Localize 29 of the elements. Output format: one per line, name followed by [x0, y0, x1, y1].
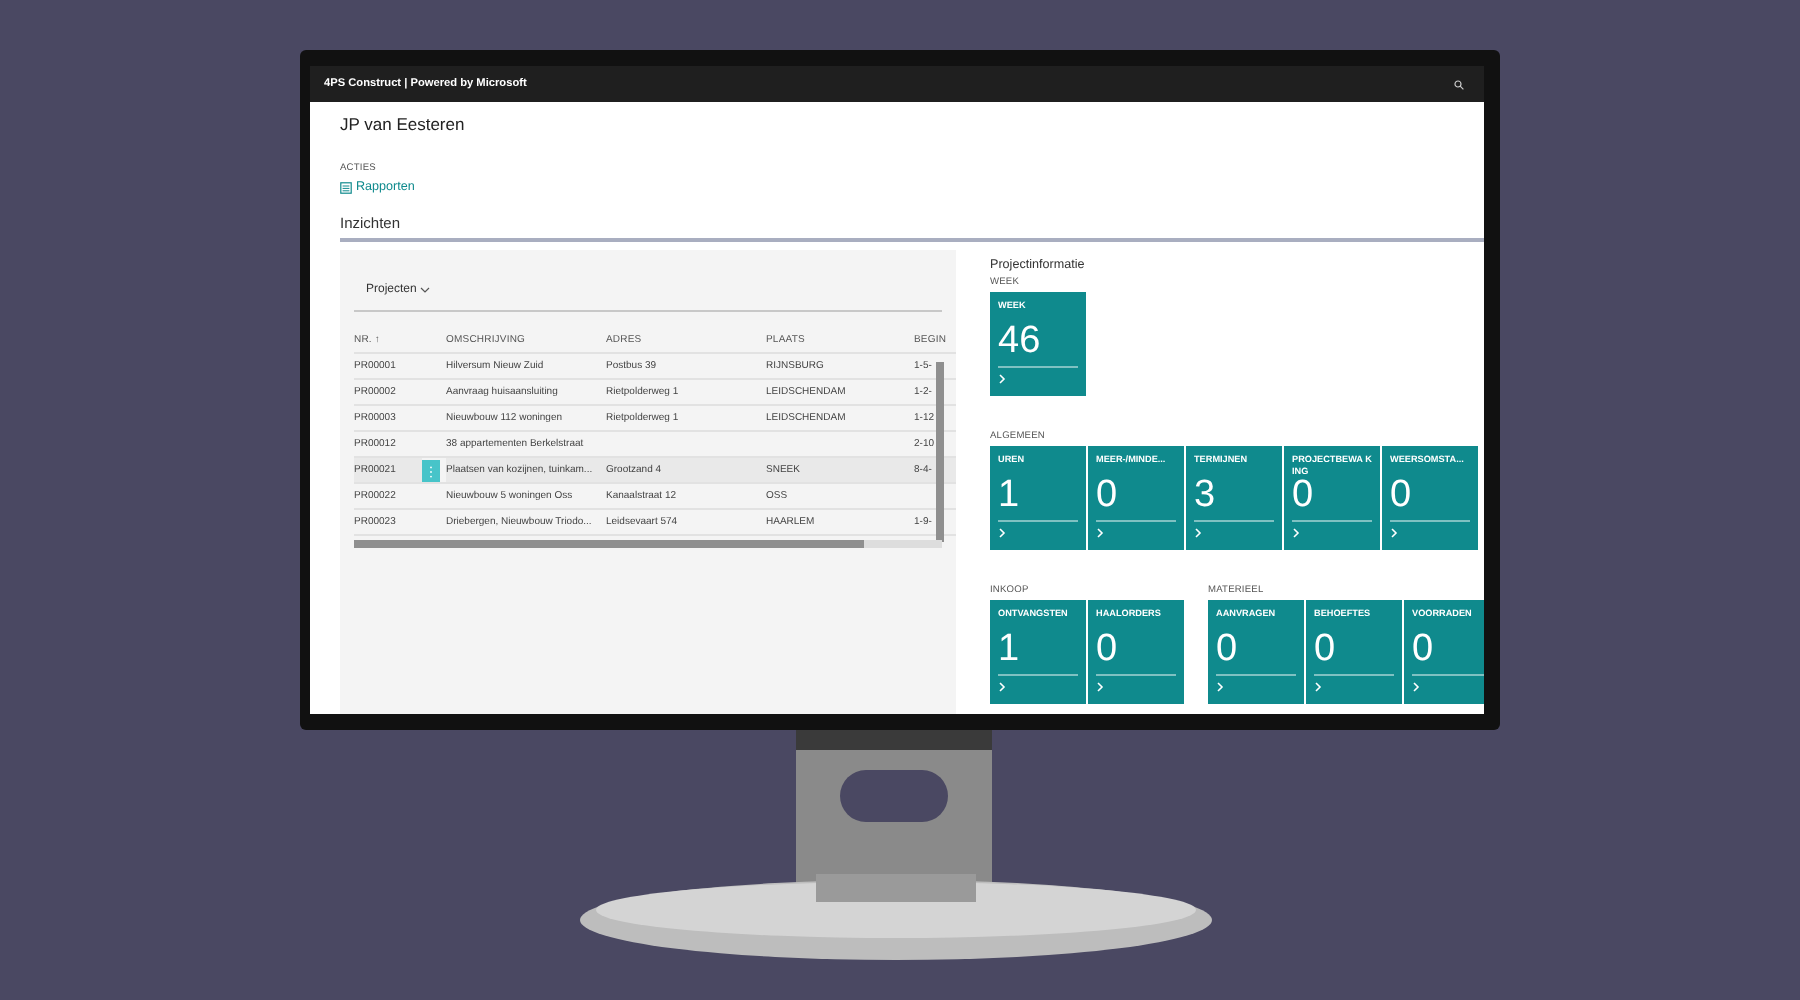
chevron-icon: [1390, 528, 1398, 538]
tile-value: 0: [1096, 630, 1120, 670]
tile-value: 0: [1216, 630, 1240, 670]
tile-value: 0: [1096, 476, 1120, 516]
horizontal-scrollbar[interactable]: [354, 540, 942, 548]
chevron-icon: [1096, 528, 1104, 538]
chevron-icon: [998, 682, 1006, 692]
tile-value: 3: [1194, 476, 1218, 516]
tile-value: 1: [998, 630, 1022, 670]
chevron-icon: [1194, 528, 1202, 538]
page-title: JP van Eesteren: [340, 114, 467, 138]
tile-value: 0: [1292, 476, 1316, 516]
search-icon[interactable]: [1454, 79, 1464, 89]
chevron-icon: [1216, 682, 1224, 692]
chevron-icon: [1412, 682, 1420, 692]
chevron-icon: [1314, 682, 1322, 692]
caret-icon: [420, 286, 431, 294]
chevron-icon: [1292, 528, 1300, 538]
tile-value: 0: [1390, 476, 1414, 516]
chevron-icon: [998, 528, 1006, 538]
chevron-icon: [998, 374, 1006, 384]
tile-value: 0: [1412, 630, 1436, 670]
vertical-scrollbar[interactable]: [936, 362, 944, 542]
report-icon: [340, 181, 352, 193]
tile-value: 46: [998, 322, 1043, 362]
tile-value: 0: [1314, 630, 1338, 670]
tile-value: 1: [998, 476, 1022, 516]
row-menu-button[interactable]: [422, 460, 440, 482]
chevron-icon: [1096, 682, 1104, 692]
